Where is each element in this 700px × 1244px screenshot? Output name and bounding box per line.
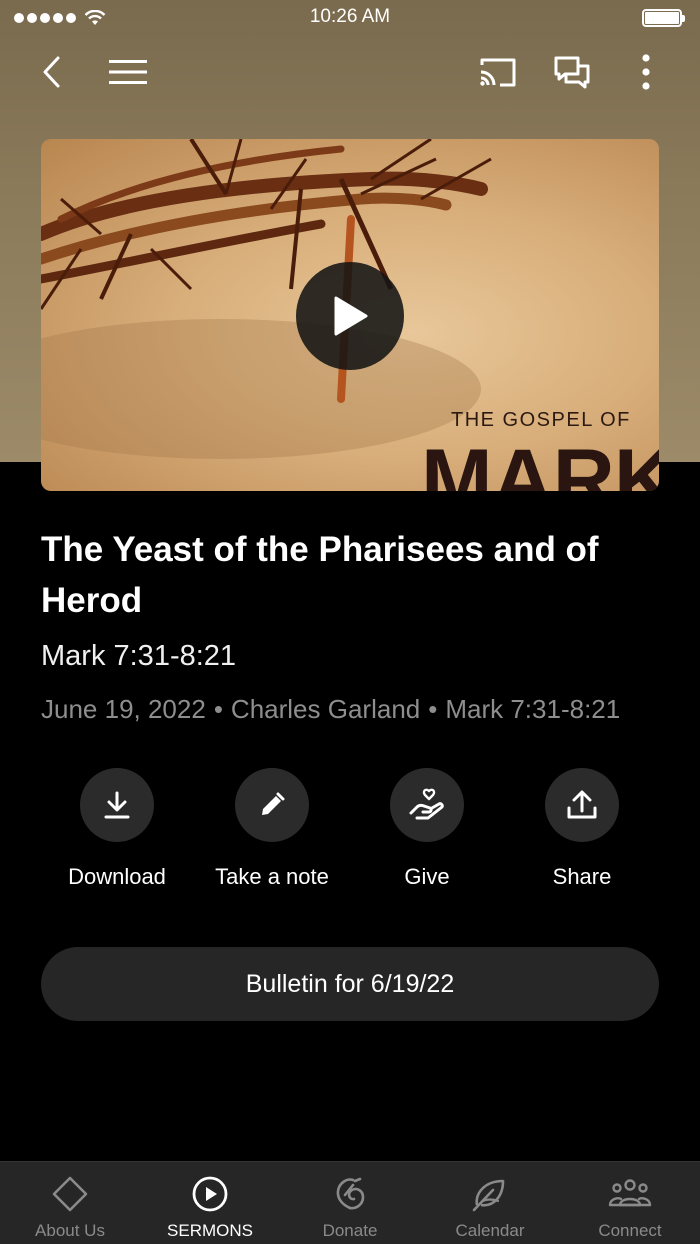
share-label: Share xyxy=(552,864,612,889)
download-icon xyxy=(104,791,130,819)
share-icon xyxy=(567,790,597,819)
play-icon xyxy=(334,296,368,336)
menu-button[interactable] xyxy=(100,44,156,100)
tab-about-us[interactable]: About Us xyxy=(0,1162,140,1244)
signal-group xyxy=(14,10,106,26)
hamburger-menu-icon xyxy=(109,60,147,84)
pencil-icon xyxy=(262,792,285,815)
more-options-button[interactable] xyxy=(618,44,674,100)
chevron-left-icon xyxy=(43,56,60,88)
tab-label: About Us xyxy=(35,1221,105,1240)
share-button[interactable]: Share xyxy=(505,768,659,890)
status-bar xyxy=(0,0,700,36)
donate-icon xyxy=(336,1177,365,1210)
bulletin-button[interactable]: Bulletin for 6/19/22 xyxy=(41,947,659,1021)
signal-strength-icon xyxy=(14,13,76,23)
give-button[interactable]: Give xyxy=(350,768,504,890)
back-button[interactable] xyxy=(24,44,80,100)
share-circle xyxy=(545,768,619,842)
sermon-title: The Yeast of the Pharisees and of Herod xyxy=(41,530,599,620)
tab-sermons[interactable]: SERMONS xyxy=(140,1162,280,1244)
action-row: Download Take a note Give Share xyxy=(0,768,700,898)
download-button[interactable]: Download xyxy=(40,768,194,890)
sermon-passage: Mark 7:31-8:21 xyxy=(445,694,621,724)
chat-bubbles-icon xyxy=(554,56,590,89)
give-label: Give xyxy=(404,864,450,889)
people-icon xyxy=(608,1179,652,1207)
nav-bar xyxy=(0,44,700,100)
artwork-title: MARK xyxy=(421,432,659,491)
play-circle-icon xyxy=(192,1176,228,1212)
tab-label: SERMONS xyxy=(167,1221,253,1240)
cast-button[interactable] xyxy=(470,44,526,100)
leaf-icon xyxy=(472,1179,505,1212)
bottom-tab-bar: About Us SERMONS Donate Calendar Connect xyxy=(0,1161,700,1244)
more-vertical-icon xyxy=(642,54,650,90)
download-circle xyxy=(80,768,154,842)
sermon-scripture: Mark 7:31-8:21 xyxy=(41,640,237,672)
battery-icon xyxy=(642,9,685,27)
sermon-speaker[interactable]: Charles Garland xyxy=(231,694,420,724)
tab-label: Calendar xyxy=(455,1221,525,1240)
meta-separator: • xyxy=(213,694,223,724)
take-note-circle xyxy=(235,768,309,842)
give-circle xyxy=(390,768,464,842)
tab-label: Donate xyxy=(322,1221,378,1240)
take-note-label: Take a note xyxy=(215,864,329,889)
artwork-subtitle: THE GOSPEL OF xyxy=(451,409,631,431)
play-button[interactable] xyxy=(296,262,404,370)
tab-donate[interactable]: Donate xyxy=(280,1162,420,1244)
chat-button[interactable] xyxy=(544,44,600,100)
tab-calendar[interactable]: Calendar xyxy=(420,1162,560,1244)
sermon-meta: June 19, 2022 • Charles Garland • Mark 7:31-… xyxy=(41,694,620,725)
sermon-date: June 19, 2022 xyxy=(41,694,206,724)
tab-connect[interactable]: Connect xyxy=(560,1162,700,1244)
download-label: Download xyxy=(68,864,166,889)
tab-label: Connect xyxy=(598,1221,662,1240)
wifi-icon xyxy=(84,10,106,25)
heart-hand-icon xyxy=(409,788,444,820)
take-note-button[interactable]: Take a note xyxy=(195,768,349,890)
cast-icon xyxy=(480,58,516,87)
diamond-icon xyxy=(52,1176,88,1212)
meta-separator: • xyxy=(428,694,438,724)
